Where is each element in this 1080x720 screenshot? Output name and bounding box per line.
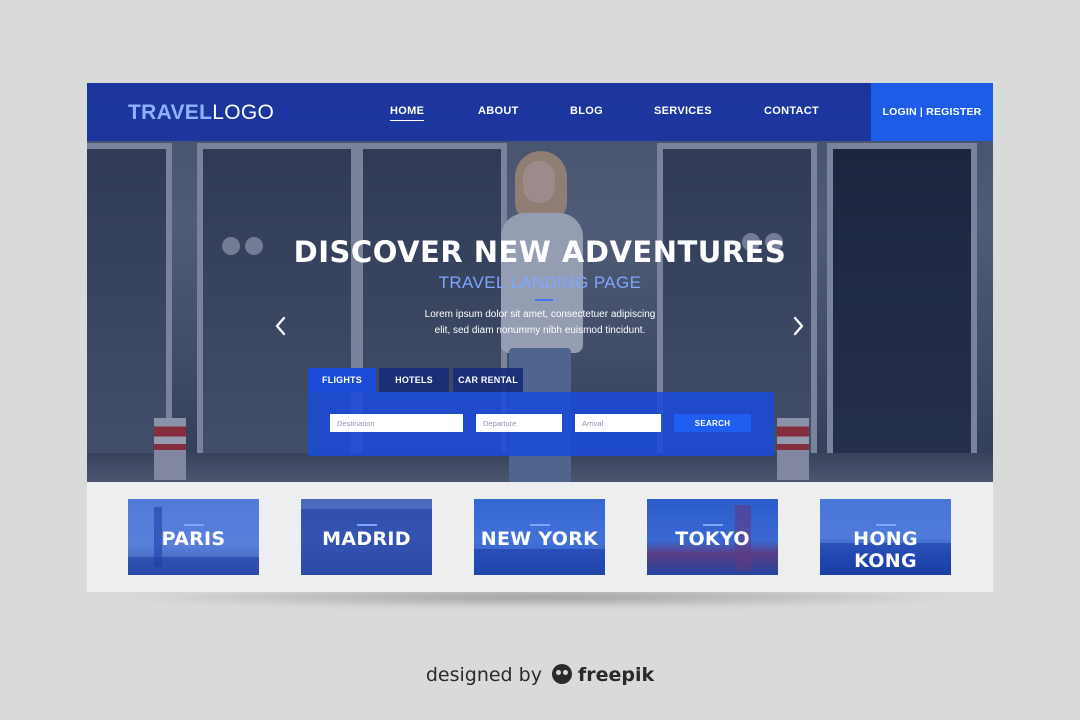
destination-divider (530, 524, 550, 526)
destination-name: NEW YORK (480, 528, 599, 550)
login-register-button[interactable]: LOGIN | REGISTER (871, 83, 993, 141)
nav-link-about[interactable]: ABOUT (478, 105, 519, 118)
nav-link-blog[interactable]: BLOG (570, 105, 603, 118)
hero-subtitle: TRAVEL LANDING PAGE (438, 273, 642, 292)
destination-input[interactable] (330, 414, 463, 432)
destination-card-new-york[interactable]: NEW YORK (474, 499, 605, 575)
tab-hotels[interactable]: HOTELS (379, 368, 449, 392)
nav-link-contact[interactable]: CONTACT (764, 105, 819, 118)
landing-page-card: TRAVELLOGO HOME ABOUT BLOG SERVICES CONT… (87, 83, 993, 592)
destination-card-madrid[interactable]: MADRID (301, 499, 432, 575)
site-logo[interactable]: TRAVELLOGO (128, 102, 274, 124)
destination-divider (703, 524, 723, 526)
destination-name: TOKYO (675, 528, 750, 550)
logo-secondary-text: LOGO (212, 101, 275, 124)
nav-link-services[interactable]: SERVICES (654, 105, 712, 118)
destination-divider (357, 524, 377, 526)
logo-primary-text: TRAVEL (128, 101, 213, 124)
hero-title: DISCOVER NEW ADVENTURES (293, 235, 787, 269)
designer-credit[interactable]: designed by freepik (0, 664, 1080, 686)
destination-divider (184, 524, 204, 526)
destination-name: PARIS (161, 528, 226, 550)
freepik-mascot-icon (552, 664, 572, 684)
hero-divider (535, 299, 553, 301)
destination-name: MADRID (322, 528, 411, 550)
destination-card-hong-kong[interactable]: HONG KONG (820, 499, 951, 575)
departure-input[interactable] (476, 414, 562, 432)
destinations-strip: PARIS MADRID NEW YORK TOKYO HONG KONG (87, 482, 993, 592)
credit-brand: freepik (578, 664, 655, 686)
nav-link-home[interactable]: HOME (390, 105, 425, 121)
destination-divider (876, 524, 896, 526)
top-navigation: TRAVELLOGO HOME ABOUT BLOG SERVICES CONT… (87, 83, 993, 141)
destination-card-tokyo[interactable]: TOKYO (647, 499, 778, 575)
chevron-right-icon[interactable] (790, 315, 806, 337)
destination-name: HONG KONG (853, 528, 918, 572)
destination-card-paris[interactable]: PARIS (128, 499, 259, 575)
search-button[interactable]: SEARCH (674, 414, 751, 432)
chevron-left-icon[interactable] (273, 315, 289, 337)
credit-prefix: designed by (425, 664, 542, 686)
hero-description-line: Lorem ipsum dolor sit amet, consectetuer… (424, 309, 656, 320)
tab-flights[interactable]: FLIGHTS (308, 368, 376, 392)
tab-car-rental[interactable]: CAR RENTAL (453, 368, 523, 392)
search-panel: SEARCH (308, 392, 774, 456)
hero-description: Lorem ipsum dolor sit amet, consectetuer… (390, 307, 690, 339)
arrival-input[interactable] (575, 414, 661, 432)
hero-description-line: elit, sed diam nonummy nibh euismod tinc… (434, 325, 646, 336)
